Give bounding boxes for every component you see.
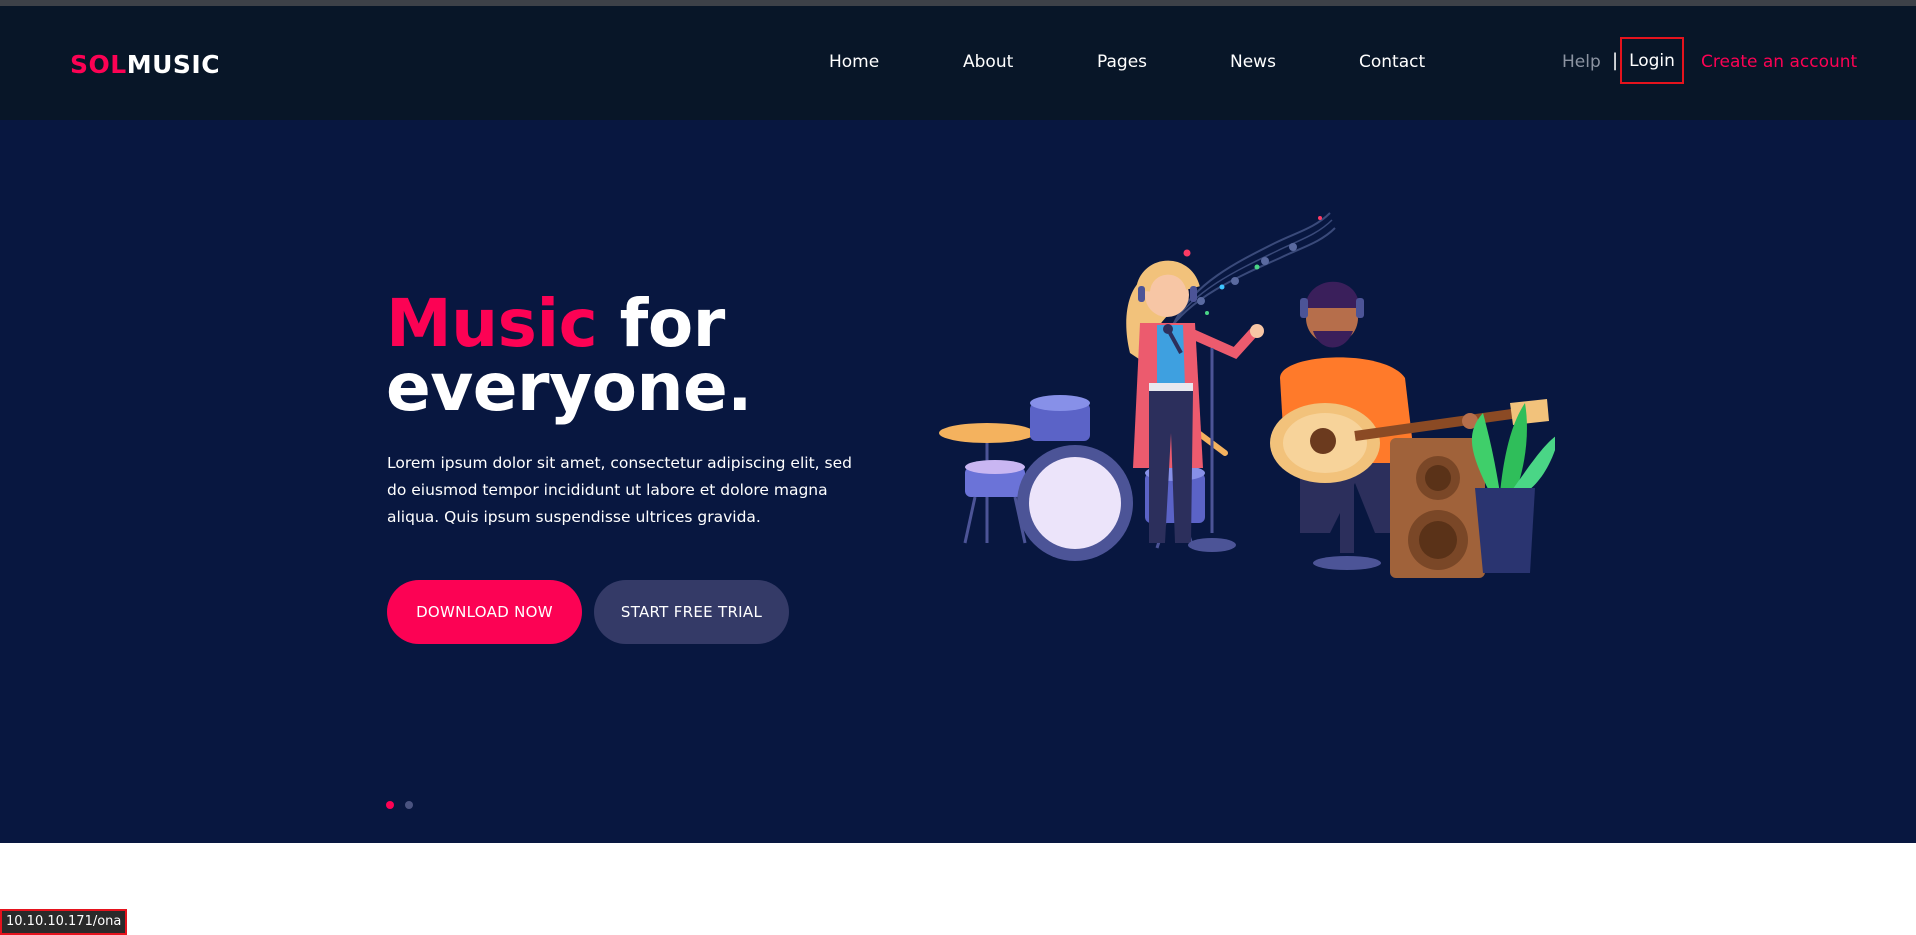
status-bar-url: 10.10.10.171/ona: [0, 909, 128, 935]
header-separator: |: [1612, 50, 1619, 71]
site-logo[interactable]: SOLMUSIC: [70, 50, 220, 79]
login-link[interactable]: Login: [1620, 37, 1684, 84]
plant-icon: [1471, 403, 1555, 573]
site-header: SOLMUSIC Home About Pages News Contact H…: [0, 6, 1916, 120]
logo-primary: SOL: [70, 50, 127, 79]
headline-rest-2: everyone.: [386, 349, 752, 426]
hero-headline: Music for everyone.: [386, 291, 752, 421]
download-now-label: DOWNLOAD NOW: [416, 603, 553, 621]
slider-dot-active[interactable]: [386, 801, 394, 809]
hero-section: Music for everyone. Lorem ipsum dolor si…: [0, 120, 1916, 843]
logo-secondary: MUSIC: [126, 50, 221, 79]
help-link[interactable]: Help: [1562, 52, 1601, 72]
nav-home[interactable]: Home: [829, 52, 879, 72]
speaker-icon: [1390, 438, 1485, 578]
download-now-button[interactable]: DOWNLOAD NOW: [387, 580, 582, 644]
start-free-trial-button[interactable]: START FREE TRIAL: [594, 580, 789, 644]
login-label: Login: [1629, 50, 1675, 71]
create-account-link[interactable]: Create an account: [1701, 52, 1857, 72]
slider-dot[interactable]: [405, 801, 413, 809]
nav-pages[interactable]: Pages: [1097, 52, 1147, 72]
band-illustration: [939, 212, 1555, 578]
hero-lead: Lorem ipsum dolor sit amet, consectetur …: [387, 454, 852, 526]
start-free-trial-label: START FREE TRIAL: [620, 603, 763, 621]
nav-news[interactable]: News: [1230, 52, 1276, 72]
nav-contact[interactable]: Contact: [1359, 52, 1425, 72]
nav-about[interactable]: About: [963, 52, 1013, 72]
